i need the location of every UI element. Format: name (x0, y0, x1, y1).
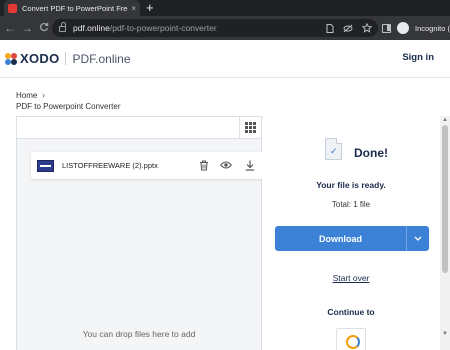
download-button[interactable]: Download (275, 226, 406, 251)
continue-to-heading: Continue to (327, 307, 375, 317)
address-bar[interactable]: pdf.online /pdf-to-powerpoint-converter (52, 19, 378, 37)
continue-tool-icon[interactable] (336, 328, 366, 350)
tab-close-icon[interactable]: × (131, 4, 136, 13)
forward-button[interactable]: → (20, 21, 34, 35)
trash-icon-glyph (200, 160, 208, 170)
star-icon[interactable] (362, 23, 372, 33)
scroll-up-icon[interactable]: ▲ (440, 116, 450, 124)
trash-icon[interactable] (198, 159, 210, 171)
file-card[interactable]: LISTOFFREEWARE (2).pptx (31, 152, 267, 179)
sign-in-link[interactable]: Sign in (402, 52, 434, 63)
browser-toolbar: ← → pdf.online /pdf-to-powerpoint-conver… (0, 16, 450, 40)
download-button-group: Download (275, 226, 429, 251)
file-ready-text: Your file is ready. (316, 180, 386, 190)
breadcrumb-current: PDF to Powerpoint Converter (16, 102, 121, 111)
grid-view-icon[interactable] (239, 117, 261, 138)
page-icon[interactable] (326, 23, 334, 33)
document-check-icon: ✓ (325, 138, 342, 160)
browser-tab-strip: Convert PDF to PowerPoint Free × + (0, 0, 450, 16)
url-path: /pdf-to-powerpoint-converter (109, 23, 217, 33)
chevron-down-icon (414, 236, 422, 241)
profile-label[interactable]: Incognito (2) (415, 24, 450, 33)
xodo-logo[interactable]: XODO PDF.online (5, 51, 131, 66)
eye-off-icon[interactable] (343, 24, 353, 33)
browser-tab[interactable]: Convert PDF to PowerPoint Free × (4, 0, 140, 16)
incognito-icon[interactable] (397, 22, 409, 34)
side-panel-icon[interactable] (382, 23, 391, 33)
back-button[interactable]: ← (3, 21, 17, 35)
site-header: XODO PDF.online Sign in (0, 40, 450, 78)
scrollbar-thumb[interactable] (442, 125, 448, 273)
eye-icon (220, 161, 232, 169)
tab-title: Convert PDF to PowerPoint Free (22, 3, 129, 13)
result-panel: ✓ Done! Your file is ready. Total: 1 fil… (262, 116, 440, 350)
breadcrumb-separator-icon: › (42, 90, 45, 100)
total-files-text: Total: 1 file (331, 200, 371, 209)
download-options-button[interactable] (406, 226, 429, 251)
download-arrow-icon (245, 160, 255, 171)
done-heading: Done! (354, 146, 388, 160)
url-domain: pdf.online (73, 23, 110, 33)
new-tab-button[interactable]: + (146, 0, 154, 16)
toolbar-right: Incognito (2) (382, 16, 450, 40)
logo-product: PDF.online (72, 51, 131, 66)
page-scrollbar[interactable]: ▲ ▼ (440, 116, 450, 350)
pdf-favicon-icon (8, 3, 17, 13)
start-over-link[interactable]: Start over (262, 273, 440, 283)
reload-icon (40, 22, 49, 32)
logo-text: XODO (20, 51, 60, 66)
file-thumbnail (37, 160, 54, 172)
breadcrumb-home[interactable]: Home (16, 91, 37, 100)
lock-icon (59, 22, 66, 32)
file-list-toolbar (17, 117, 261, 139)
file-name: LISTOFFREEWARE (2).pptx (62, 161, 158, 170)
scroll-down-icon[interactable]: ▼ (440, 330, 450, 338)
file-list-panel: LISTOFFREEWARE (2).pptx You can drop fil… (16, 116, 267, 350)
drop-zone-hint: You can drop files here to add (82, 329, 196, 339)
reload-button[interactable] (37, 21, 51, 35)
xodo-logo-icon (5, 52, 17, 65)
download-icon[interactable] (244, 159, 256, 171)
preview-eye-icon[interactable] (220, 159, 232, 171)
address-bar-actions (326, 19, 372, 37)
logo-divider (65, 52, 67, 65)
